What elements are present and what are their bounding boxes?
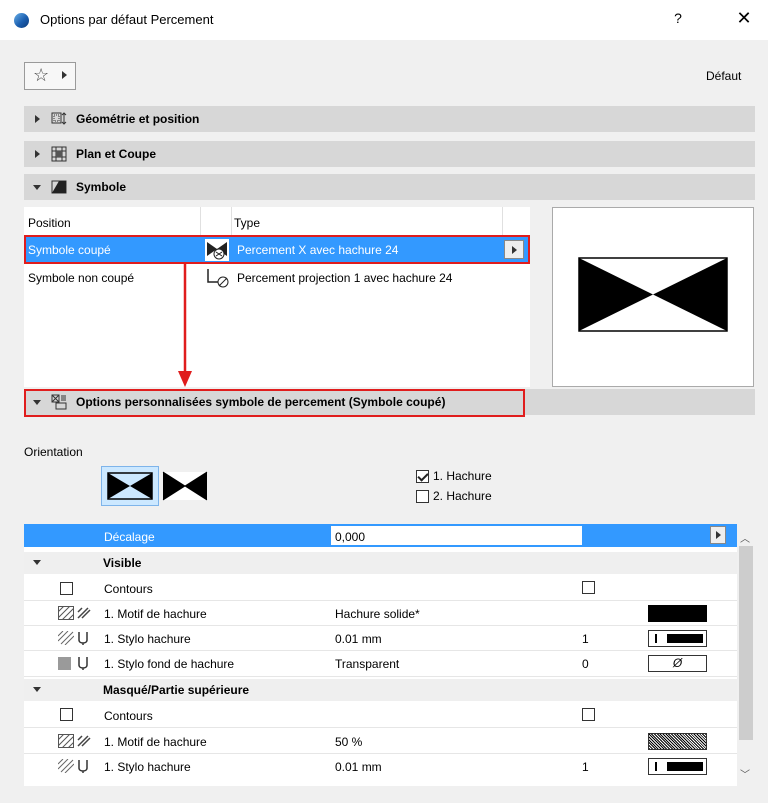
panel-geometry-label: Géométrie et position — [76, 112, 200, 126]
contours-visible-value-checkbox[interactable] — [582, 581, 595, 594]
row-divider — [24, 753, 737, 754]
motif-value[interactable]: 50 % — [335, 735, 362, 749]
row-divider — [24, 727, 737, 728]
pen-value[interactable]: 0.01 mm — [335, 760, 382, 774]
highlight-annotation — [24, 389, 525, 417]
window-title: Options par défaut Percement — [40, 12, 214, 27]
symbol-icon — [51, 180, 67, 194]
fill-color-icon — [58, 657, 71, 670]
expand-icon — [35, 150, 40, 158]
orientation-option-1[interactable] — [101, 466, 159, 506]
motif-swatch[interactable] — [648, 733, 707, 750]
app-icon — [14, 13, 29, 28]
symbol-table — [24, 207, 530, 387]
orientation-horizontal-icon — [107, 472, 153, 500]
preview-drawing — [578, 257, 728, 332]
plan-section-icon — [51, 146, 67, 162]
collapse-icon — [33, 185, 41, 190]
hatch-lines-icon — [58, 631, 74, 645]
section-visible[interactable]: Visible — [24, 552, 737, 574]
pen-label: 1. Stylo hachure — [104, 632, 191, 646]
arrow-annotation — [178, 263, 192, 387]
collapse-icon — [33, 687, 41, 692]
pen-swatch[interactable] — [648, 630, 707, 647]
background-pen-label: 1. Stylo fond de hachure — [104, 657, 235, 671]
expand-icon — [35, 115, 40, 123]
pen-swatch[interactable] — [648, 758, 707, 775]
scrollbar-thumb[interactable] — [739, 546, 753, 740]
scroll-down-icon[interactable]: ﹀ — [740, 766, 750, 781]
hatch-1-checkbox[interactable] — [416, 470, 429, 483]
symbol-row-position[interactable]: Symbole non coupé — [28, 271, 134, 285]
hatch-pattern-icon — [58, 734, 74, 748]
close-button[interactable]: ✕ — [732, 8, 756, 29]
panel-symbol-label: Symbole — [76, 180, 127, 194]
row-divider — [24, 676, 737, 677]
contours-label: Contours — [104, 709, 153, 723]
panel-geometry[interactable]: Géométrie et position — [24, 106, 755, 132]
empty-symbol: Ø — [672, 656, 683, 670]
contours-hidden-checkbox[interactable] — [60, 708, 73, 721]
column-header-position: Position — [28, 216, 71, 230]
offset-value-field[interactable] — [331, 526, 582, 545]
highlight-annotation — [24, 235, 530, 264]
symbol-row-type: Percement projection 1 avec hachure 24 — [237, 271, 453, 285]
contours-visible-checkbox[interactable] — [60, 582, 73, 595]
motif-label: 1. Motif de hachure — [104, 735, 207, 749]
section-visible-title: Visible — [103, 556, 142, 570]
motif-label: 1. Motif de hachure — [104, 607, 207, 621]
symbol-preview — [552, 207, 754, 387]
row-divider — [24, 600, 737, 601]
panel-symbol[interactable]: Symbole — [24, 174, 755, 200]
motif-swatch[interactable] — [648, 605, 707, 622]
panel-plan[interactable]: Plan et Coupe — [24, 141, 755, 167]
hatch-1-label: 1. Hachure — [433, 469, 492, 483]
hatch-lines-icon — [58, 759, 74, 773]
chevron-right-icon — [62, 71, 67, 79]
offset-dropdown-button[interactable] — [710, 526, 726, 544]
default-label: Défaut — [706, 69, 742, 83]
background-pen-value[interactable]: Transparent — [335, 657, 399, 671]
projection-symbol-icon — [207, 269, 229, 288]
row-divider — [24, 625, 737, 626]
star-icon: ☆ — [33, 65, 50, 85]
hatch-2-label: 2. Hachure — [433, 489, 492, 503]
motif-value[interactable]: Hachure solide* — [335, 607, 420, 621]
hatch-2-checkbox[interactable] — [416, 490, 429, 503]
offset-value: 0,000 — [335, 530, 366, 544]
orientation-label: Orientation — [24, 445, 83, 459]
pen-icon — [78, 657, 88, 670]
pen-number[interactable]: 1 — [582, 760, 589, 774]
row-divider — [24, 650, 737, 651]
scroll-up-icon[interactable]: ︿ — [740, 530, 750, 545]
pen-icon — [78, 632, 88, 645]
pen-icon — [78, 760, 88, 773]
background-pen-number[interactable]: 0 — [582, 657, 589, 671]
offset-label: Décalage — [104, 530, 155, 544]
help-button[interactable]: ? — [668, 10, 688, 26]
pattern-link-icon — [77, 607, 91, 619]
orientation-vertical-icon — [162, 471, 208, 501]
background-pen-swatch[interactable]: Ø — [648, 655, 707, 672]
panel-plan-label: Plan et Coupe — [76, 147, 157, 161]
pen-number[interactable]: 1 — [582, 632, 589, 646]
contours-hidden-value-checkbox[interactable] — [582, 708, 595, 721]
geometry-icon — [51, 112, 67, 125]
pen-label: 1. Stylo hachure — [104, 760, 191, 774]
pen-value[interactable]: 0.01 mm — [335, 632, 382, 646]
orientation-option-2[interactable] — [162, 466, 208, 506]
contours-label: Contours — [104, 582, 153, 596]
favorites-button[interactable]: ☆ — [24, 62, 76, 90]
pattern-link-icon — [77, 735, 91, 747]
hatch-pattern-icon — [58, 606, 74, 620]
column-header-type: Type — [234, 216, 261, 230]
section-hidden-title: Masqué/Partie supérieure — [103, 683, 250, 697]
section-hidden[interactable]: Masqué/Partie supérieure — [24, 679, 737, 701]
collapse-icon — [33, 560, 41, 565]
